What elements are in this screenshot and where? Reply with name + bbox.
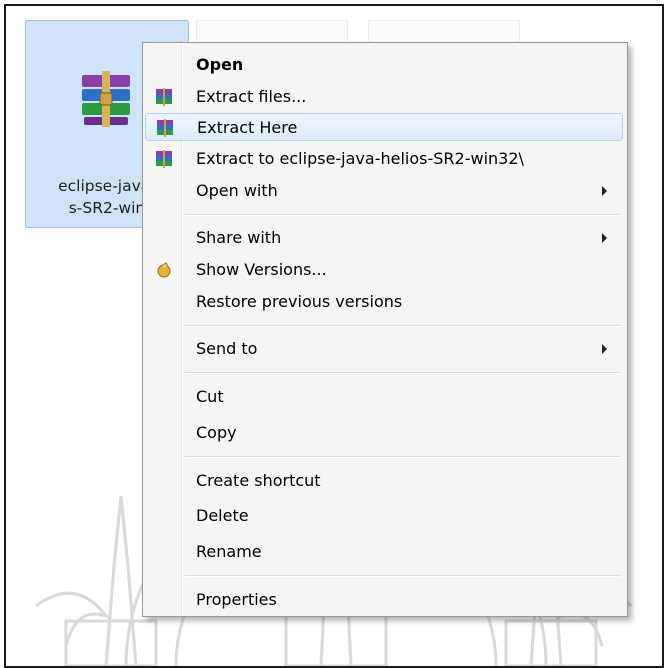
menu-item-label: Rename: [196, 542, 262, 561]
menu-separator: [185, 214, 621, 216]
menu-item-label: Delete: [196, 506, 249, 525]
versions-icon: [157, 262, 171, 278]
menu-item-label: Extract Here: [197, 118, 298, 137]
menu-item-label: Properties: [196, 590, 277, 609]
menu-item-label: Open with: [196, 181, 278, 200]
winrar-archive-icon: [82, 71, 130, 127]
menu-item-open-with[interactable]: Open with: [145, 177, 623, 205]
menu-separator: [185, 325, 621, 327]
winrar-archive-icon: [157, 119, 173, 137]
menu-item-label: Extract files...: [196, 87, 307, 106]
menu-item-share-with[interactable]: Share with: [145, 224, 623, 252]
menu-item-label: Create shortcut: [196, 471, 321, 490]
menu-item-label: Extract to eclipse-java-helios-SR2-win32…: [196, 149, 524, 168]
menu-item-rename[interactable]: Rename: [145, 538, 623, 566]
menu-item-create-shortcut[interactable]: Create shortcut: [145, 467, 623, 495]
menu-item-open[interactable]: Open: [145, 51, 623, 79]
menu-separator: [185, 575, 621, 577]
explorer-window: eclipse-java- s-SR2-win Open Extract fil…: [4, 4, 664, 668]
menu-item-restore-previous-versions[interactable]: Restore previous versions: [145, 288, 623, 316]
menu-item-label: Open: [196, 55, 244, 74]
menu-separator: [185, 372, 621, 374]
menu-item-send-to[interactable]: Send to: [145, 335, 623, 363]
menu-item-copy[interactable]: Copy: [145, 419, 623, 447]
menu-item-label: Cut: [196, 387, 224, 406]
submenu-arrow-icon: [602, 186, 607, 196]
submenu-arrow-icon: [602, 233, 607, 243]
menu-item-label: Restore previous versions: [196, 292, 403, 311]
menu-item-label: Send to: [196, 339, 258, 358]
menu-item-extract-files[interactable]: Extract files...: [145, 83, 623, 111]
menu-item-extract-to-folder[interactable]: Extract to eclipse-java-helios-SR2-win32…: [145, 145, 623, 173]
menu-item-extract-here[interactable]: Extract Here: [145, 113, 623, 141]
menu-item-label: Copy: [196, 423, 237, 442]
submenu-arrow-icon: [602, 344, 607, 354]
menu-separator: [185, 456, 621, 458]
menu-item-show-versions[interactable]: Show Versions...: [145, 256, 623, 284]
menu-item-label: Share with: [196, 228, 282, 247]
winrar-archive-icon: [156, 150, 172, 168]
winrar-archive-icon: [156, 88, 172, 106]
menu-item-label: Show Versions...: [196, 260, 327, 279]
menu-item-cut[interactable]: Cut: [145, 383, 623, 411]
menu-item-properties[interactable]: Properties: [145, 586, 623, 614]
menu-item-delete[interactable]: Delete: [145, 502, 623, 530]
context-menu: Open Extract files... Extract Here Extra…: [142, 42, 628, 617]
